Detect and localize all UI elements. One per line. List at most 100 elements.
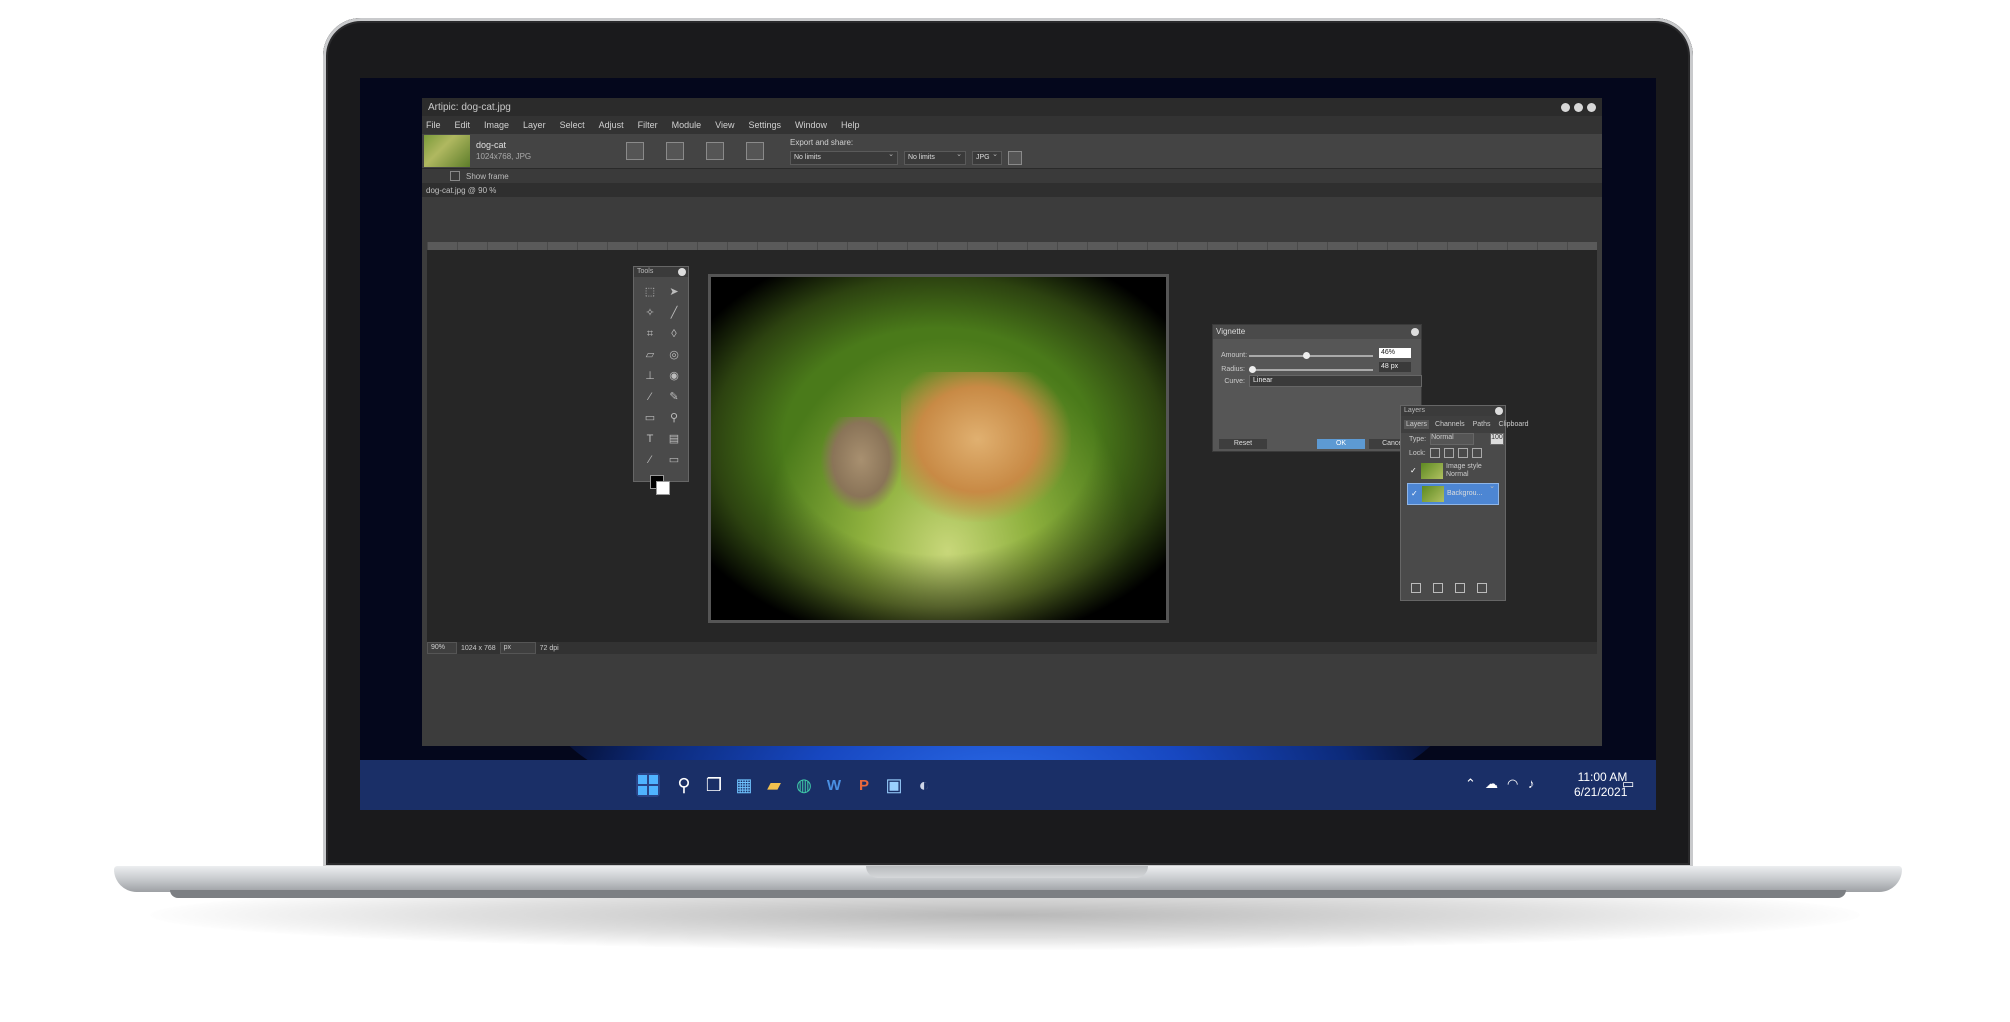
radius-slider[interactable] — [1249, 365, 1373, 373]
tab-channels[interactable]: Channels — [1433, 420, 1467, 429]
tab-clipboard[interactable]: Clipboard — [1497, 420, 1531, 429]
visibility-check-icon[interactable]: ✓ — [1411, 490, 1419, 498]
opacity-input[interactable]: 100 — [1490, 433, 1505, 445]
type-label: Type: — [1409, 435, 1427, 443]
menu-view[interactable]: View — [715, 120, 734, 130]
tools-title: Tools — [637, 268, 654, 275]
edge-icon[interactable]: ◍ — [792, 773, 816, 797]
taskbar-clock[interactable]: 11:00 AM 6/21/2021 — [1574, 770, 1627, 800]
powerpoint-icon[interactable]: P — [852, 773, 876, 797]
amount-slider-knob[interactable] — [1303, 351, 1311, 359]
task-view-icon[interactable]: ❐ — [702, 773, 726, 797]
maximize-button[interactable] — [1574, 102, 1583, 112]
lock-paint-icon[interactable] — [1443, 448, 1454, 458]
layer-item-selected[interactable]: ✓ Backgrou... — [1407, 481, 1499, 505]
new-document-icon[interactable] — [626, 142, 644, 160]
export-limit-select-2[interactable]: No limits — [904, 149, 966, 165]
lock-transparency-icon[interactable] — [1429, 448, 1440, 458]
gradient-tool-icon[interactable]: ▭ — [642, 411, 658, 425]
blend-type-select[interactable]: Normal — [1430, 433, 1475, 445]
chevron-up-icon[interactable]: ⌃ — [1465, 776, 1476, 792]
photo-canvas[interactable] — [708, 274, 1169, 623]
notification-icon[interactable]: ▭ — [1622, 776, 1634, 792]
save-icon[interactable] — [706, 142, 724, 160]
background-color[interactable] — [656, 481, 670, 495]
menu-file[interactable]: File — [426, 120, 441, 130]
fill-tool-icon[interactable]: ▤ — [666, 432, 682, 446]
ok-button[interactable]: OK — [1317, 439, 1365, 449]
store-icon[interactable]: ▣ — [882, 773, 906, 797]
lock-position-icon[interactable] — [1457, 448, 1468, 458]
share-icon[interactable] — [1008, 150, 1022, 165]
visibility-check-icon[interactable]: ✓ — [1410, 467, 1418, 475]
text-tool-icon[interactable]: T — [642, 432, 658, 446]
mask-icon[interactable] — [1411, 583, 1421, 593]
duplicate-layer-icon[interactable] — [1455, 583, 1465, 593]
zoom-icon[interactable]: ⚲ — [666, 411, 682, 425]
menu-filter[interactable]: Filter — [638, 120, 658, 130]
menu-settings[interactable]: Settings — [748, 120, 781, 130]
export-limit-select-1[interactable]: No limits — [790, 149, 898, 165]
export-share: Export and share: No limits No limits JP… — [790, 138, 1022, 165]
open-folder-icon[interactable] — [666, 142, 684, 160]
blur-tool-icon[interactable]: ◎ — [666, 348, 682, 362]
marquee-tool-icon[interactable]: ⬚ — [642, 285, 658, 299]
move-tool-icon[interactable]: ➤ — [666, 285, 682, 299]
file-thumbnail[interactable] — [424, 135, 470, 167]
stamp-tool-icon[interactable]: ⊥ — [642, 369, 658, 383]
zoom-input[interactable]: 90% — [427, 642, 457, 654]
layer-name: Backgrou... — [1447, 490, 1483, 497]
new-layer-icon[interactable] — [1433, 583, 1443, 593]
search-icon[interactable]: ⚲ — [672, 773, 696, 797]
picker-tool-icon[interactable]: ⁄ — [642, 453, 658, 467]
tab-paths[interactable]: Paths — [1471, 420, 1493, 429]
wifi-icon[interactable]: ◠ — [1507, 776, 1518, 792]
color-swatches[interactable] — [650, 475, 674, 499]
shape-tool-icon[interactable]: ▭ — [666, 453, 682, 467]
menu-window[interactable]: Window — [795, 120, 827, 130]
lock-all-icon[interactable] — [1471, 448, 1482, 458]
menu-module[interactable]: Module — [672, 120, 702, 130]
windows-start-icon[interactable] — [636, 773, 660, 797]
file-explorer-icon[interactable]: ▰ — [762, 773, 786, 797]
menu-select[interactable]: Select — [560, 120, 585, 130]
menu-help[interactable]: Help — [841, 120, 860, 130]
export-format-select[interactable]: JPG — [972, 149, 1002, 165]
menu-adjust[interactable]: Adjust — [599, 120, 624, 130]
menu-edit[interactable]: Edit — [455, 120, 471, 130]
amount-input[interactable]: 46% — [1379, 348, 1411, 358]
amount-slider[interactable] — [1249, 351, 1373, 359]
radius-slider-knob[interactable] — [1249, 365, 1256, 373]
vignette-close-icon[interactable] — [1411, 328, 1419, 336]
unit-select[interactable]: px — [499, 642, 536, 654]
drop-tool-icon[interactable]: ◊ — [666, 327, 682, 341]
steam-icon[interactable]: ◐ — [912, 773, 936, 797]
menu-layer[interactable]: Layer — [523, 120, 546, 130]
trash-icon[interactable] — [1477, 583, 1487, 593]
crop-tool-icon[interactable]: ⌗ — [642, 327, 658, 341]
eyedropper-icon[interactable]: ⁄ — [642, 390, 658, 404]
show-frame-label: Show frame — [466, 171, 509, 181]
amount-label: Amount: — [1221, 352, 1248, 359]
pen-tool-icon[interactable]: ✎ — [666, 390, 682, 404]
print-icon[interactable] — [746, 142, 764, 160]
radius-input[interactable]: 48 px — [1379, 362, 1411, 372]
word-icon[interactable]: W — [822, 773, 846, 797]
magic-wand-icon[interactable]: ✧ — [642, 306, 658, 320]
brush-icon[interactable]: ╱ — [666, 306, 682, 320]
close-button[interactable] — [1587, 102, 1596, 112]
minimize-button[interactable] — [1561, 102, 1570, 112]
menu-image[interactable]: Image — [484, 120, 509, 130]
widgets-icon[interactable]: ▦ — [732, 773, 756, 797]
cloud-icon[interactable]: ☁ — [1485, 776, 1498, 792]
layer-item[interactable]: ✓ Image style Normal — [1407, 460, 1499, 482]
show-frame-checkbox[interactable] — [450, 171, 460, 181]
curve-select[interactable]: Linear — [1249, 375, 1422, 387]
layers-close-icon[interactable] — [1495, 407, 1503, 415]
tab-layers[interactable]: Layers — [1404, 420, 1430, 429]
volume-icon[interactable]: ♪ — [1528, 776, 1535, 791]
eraser-icon[interactable]: ▱ — [642, 348, 658, 362]
reset-button[interactable]: Reset — [1219, 439, 1267, 449]
tools-close-icon[interactable] — [678, 268, 686, 276]
eye-icon[interactable]: ◉ — [666, 369, 682, 383]
